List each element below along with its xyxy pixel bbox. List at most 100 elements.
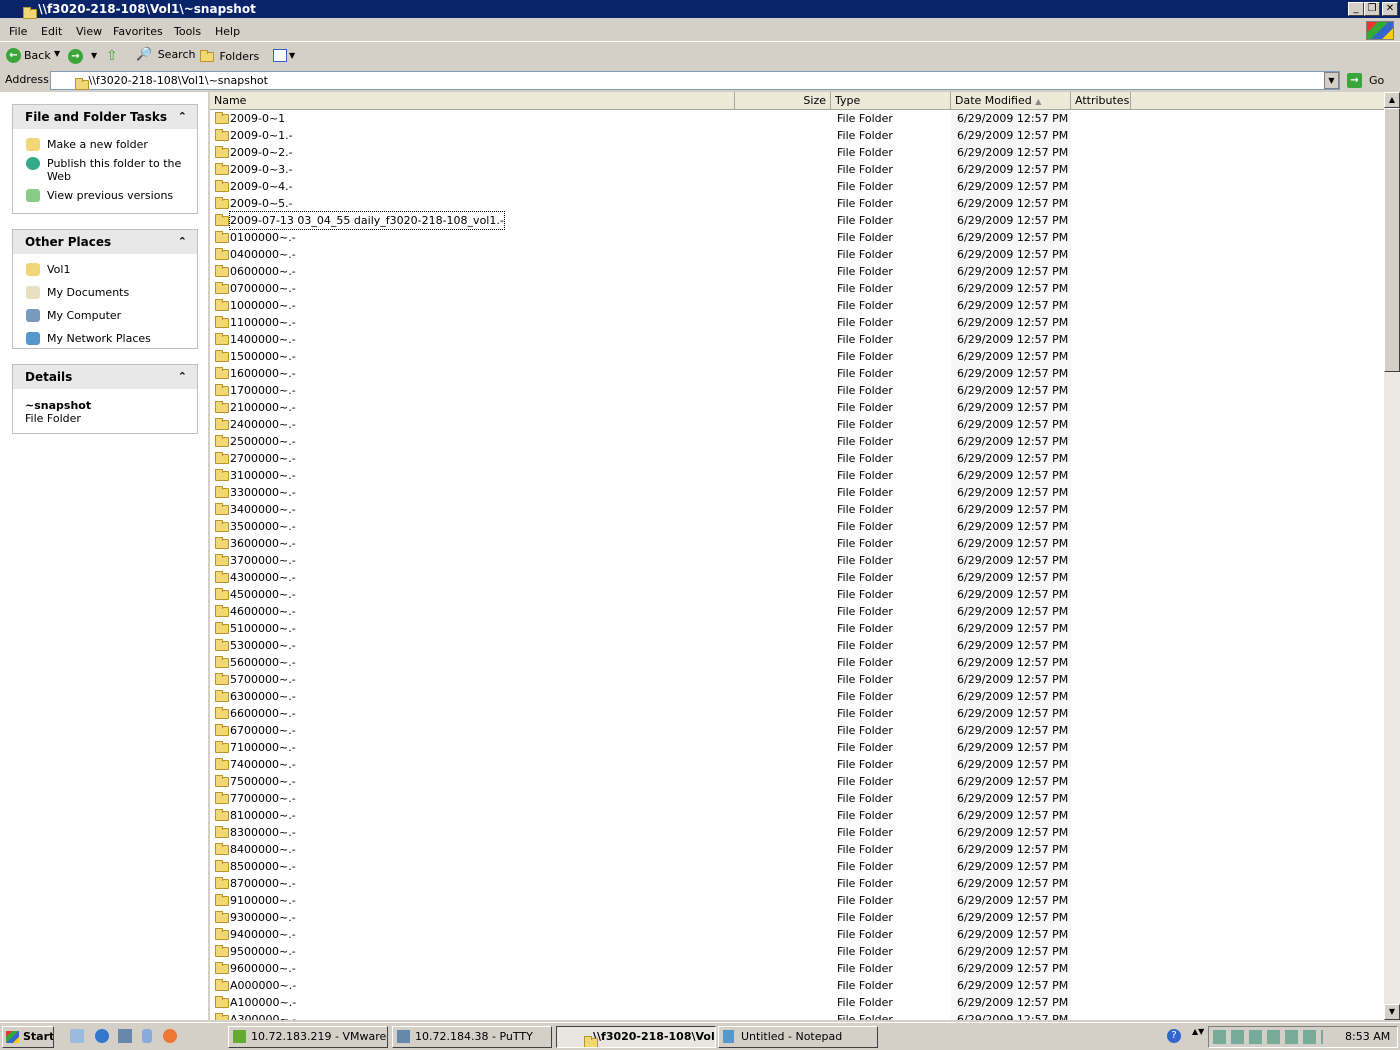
maximize-button[interactable]: ❐ [1364,2,1380,16]
list-item[interactable]: 9600000~.- File Folder 6/29/2009 12:57 P… [210,960,1384,977]
list-item[interactable]: 8500000~.- File Folder 6/29/2009 12:57 P… [210,858,1384,875]
list-item[interactable]: 5100000~.- File Folder 6/29/2009 12:57 P… [210,620,1384,637]
list-item[interactable]: 2009-0~2.- File Folder 6/29/2009 12:57 P… [210,144,1384,161]
list-item[interactable]: 0100000~.- File Folder 6/29/2009 12:57 P… [210,229,1384,246]
list-item[interactable]: 0600000~.- File Folder 6/29/2009 12:57 P… [210,263,1384,280]
views-button[interactable] [273,49,287,62]
list-item[interactable]: 9100000~.- File Folder 6/29/2009 12:57 P… [210,892,1384,909]
list-item[interactable]: 0400000~.- File Folder 6/29/2009 12:57 P… [210,246,1384,263]
taskbar-item-putty[interactable]: 10.72.184.38 - PuTTY [392,1026,552,1048]
menu-favorites[interactable]: Favorites [113,25,163,38]
taskbar-item-explorer[interactable]: \\f3020-218-108\Vol... [556,1026,716,1048]
back-dropdown-icon[interactable]: ▼ [54,49,60,58]
list-item[interactable]: 2500000~.- File Folder 6/29/2009 12:57 P… [210,433,1384,450]
list-item[interactable]: 3600000~.- File Folder 6/29/2009 12:57 P… [210,535,1384,552]
collapse-icon[interactable]: ⌃ [178,230,187,254]
list-item[interactable]: 5700000~.- File Folder 6/29/2009 12:57 P… [210,671,1384,688]
list-item[interactable]: 7100000~.- File Folder 6/29/2009 12:57 P… [210,739,1384,756]
list-item[interactable]: 2009-0~4.- File Folder 6/29/2009 12:57 P… [210,178,1384,195]
list-item[interactable]: 2009-0~3.- File Folder 6/29/2009 12:57 P… [210,161,1384,178]
place-my-documents[interactable]: My Documents [13,283,197,306]
list-item[interactable]: 5300000~.- File Folder 6/29/2009 12:57 P… [210,637,1384,654]
menu-tools[interactable]: Tools [174,25,201,38]
list-item[interactable]: 6700000~.- File Folder 6/29/2009 12:57 P… [210,722,1384,739]
list-item[interactable]: 7700000~.- File Folder 6/29/2009 12:57 P… [210,790,1384,807]
scroll-up-button[interactable]: ▲ [1384,92,1400,108]
place-vol1[interactable]: Vol1 [13,260,197,283]
start-button[interactable]: Start [2,1026,54,1048]
panel-header[interactable]: Other Places ⌃ [13,230,197,254]
list-item[interactable]: 3700000~.- File Folder 6/29/2009 12:57 P… [210,552,1384,569]
list-item[interactable]: 4600000~.- File Folder 6/29/2009 12:57 P… [210,603,1384,620]
list-item[interactable]: 2700000~.- File Folder 6/29/2009 12:57 P… [210,450,1384,467]
task-publish-web[interactable]: Publish this folder to the Web [13,154,197,186]
list-item[interactable]: 8400000~.- File Folder 6/29/2009 12:57 P… [210,841,1384,858]
place-my-network-places[interactable]: My Network Places [13,329,197,348]
list-item[interactable]: 1100000~.- File Folder 6/29/2009 12:57 P… [210,314,1384,331]
vertical-scrollbar[interactable]: ▲ ▼ [1384,92,1400,1020]
list-item[interactable]: 8700000~.- File Folder 6/29/2009 12:57 P… [210,875,1384,892]
internet-explorer-icon[interactable] [95,1029,109,1043]
list-item[interactable]: 1700000~.- File Folder 6/29/2009 12:57 P… [210,382,1384,399]
column-date-modified[interactable]: Date Modified ▲ [951,92,1071,110]
folders-button[interactable]: Folders [200,50,259,63]
list-item[interactable]: 2009-0~1 File Folder 6/29/2009 12:57 PM [210,110,1384,127]
list-item[interactable]: 3500000~.- File Folder 6/29/2009 12:57 P… [210,518,1384,535]
list-item[interactable]: 8300000~.- File Folder 6/29/2009 12:57 P… [210,824,1384,841]
forward-button[interactable]: → [68,49,83,64]
list-item[interactable]: 4500000~.- File Folder 6/29/2009 12:57 P… [210,586,1384,603]
list-item[interactable]: 2009-0~1.- File Folder 6/29/2009 12:57 P… [210,127,1384,144]
list-item[interactable]: 2009-07-13 03_04_55 daily_f3020-218-108_… [210,211,1384,230]
list-item[interactable]: A300000~.- File Folder 6/29/2009 12:57 P… [210,1011,1384,1020]
up-folder-button[interactable]: ⇧ [106,48,118,64]
putty-icon[interactable] [118,1029,132,1043]
firefox-icon[interactable] [163,1029,177,1043]
list-item[interactable]: 9500000~.- File Folder 6/29/2009 12:57 P… [210,943,1384,960]
show-desktop-icon[interactable] [70,1029,84,1043]
collapse-icon[interactable]: ⌃ [178,365,187,389]
list-item[interactable]: 2400000~.- File Folder 6/29/2009 12:57 P… [210,416,1384,433]
collapse-icon[interactable]: ⌃ [178,105,187,129]
list-item[interactable]: 1400000~.- File Folder 6/29/2009 12:57 P… [210,331,1384,348]
menu-edit[interactable]: Edit [41,25,62,38]
tray-icons[interactable] [1213,1030,1323,1044]
address-input[interactable]: \\f3020-218-108\Vol1\~snapshot ▼ [50,71,1340,90]
list-item[interactable]: 4300000~.- File Folder 6/29/2009 12:57 P… [210,569,1384,586]
task-make-new-folder[interactable]: Make a new folder [13,135,197,154]
scroll-thumb[interactable] [1384,108,1400,372]
list-item[interactable]: 3400000~.- File Folder 6/29/2009 12:57 P… [210,501,1384,518]
views-dropdown-icon[interactable]: ▼ [289,51,295,60]
minimize-button[interactable]: _ [1348,2,1364,16]
list-item[interactable]: 0700000~.- File Folder 6/29/2009 12:57 P… [210,280,1384,297]
forward-dropdown-icon[interactable]: ▼ [91,51,97,60]
taskbar-item-vmware[interactable]: 10.72.183.219 - VMware... [228,1026,388,1048]
scroll-down-button[interactable]: ▼ [1384,1004,1400,1020]
menu-file[interactable]: File [9,25,27,38]
close-button[interactable]: ✕ [1382,2,1398,16]
list-item[interactable]: 6600000~.- File Folder 6/29/2009 12:57 P… [210,705,1384,722]
column-attributes[interactable]: Attributes [1071,92,1131,110]
list-item[interactable]: 5600000~.- File Folder 6/29/2009 12:57 P… [210,654,1384,671]
panel-header[interactable]: File and Folder Tasks ⌃ [13,105,197,129]
list-item[interactable]: 2100000~.- File Folder 6/29/2009 12:57 P… [210,399,1384,416]
task-view-previous-versions[interactable]: View previous versions [13,186,197,205]
list-item[interactable]: 8100000~.- File Folder 6/29/2009 12:57 P… [210,807,1384,824]
list-item[interactable]: A000000~.- File Folder 6/29/2009 12:57 P… [210,977,1384,994]
list-item[interactable]: 6300000~.- File Folder 6/29/2009 12:57 P… [210,688,1384,705]
help-icon[interactable]: ? [1167,1029,1181,1043]
list-item[interactable]: 3300000~.- File Folder 6/29/2009 12:57 P… [210,484,1384,501]
address-dropdown-icon[interactable]: ▼ [1324,72,1339,89]
taskbar-item-notepad[interactable]: Untitled - Notepad [718,1026,878,1048]
panel-header[interactable]: Details ⌃ [13,365,197,389]
list-item[interactable]: 1000000~.- File Folder 6/29/2009 12:57 P… [210,297,1384,314]
column-size[interactable]: Size [735,92,831,110]
search-button[interactable]: 🔎 Search [136,47,195,62]
menu-help[interactable]: Help [215,25,240,38]
list-item[interactable]: 9300000~.- File Folder 6/29/2009 12:57 P… [210,909,1384,926]
column-name[interactable]: Name [210,92,735,110]
column-type[interactable]: Type [831,92,951,110]
list-item[interactable]: 7500000~.- File Folder 6/29/2009 12:57 P… [210,773,1384,790]
list-item[interactable]: A100000~.- File Folder 6/29/2009 12:57 P… [210,994,1384,1011]
list-item[interactable]: 9400000~.- File Folder 6/29/2009 12:57 P… [210,926,1384,943]
list-item[interactable]: 1500000~.- File Folder 6/29/2009 12:57 P… [210,348,1384,365]
